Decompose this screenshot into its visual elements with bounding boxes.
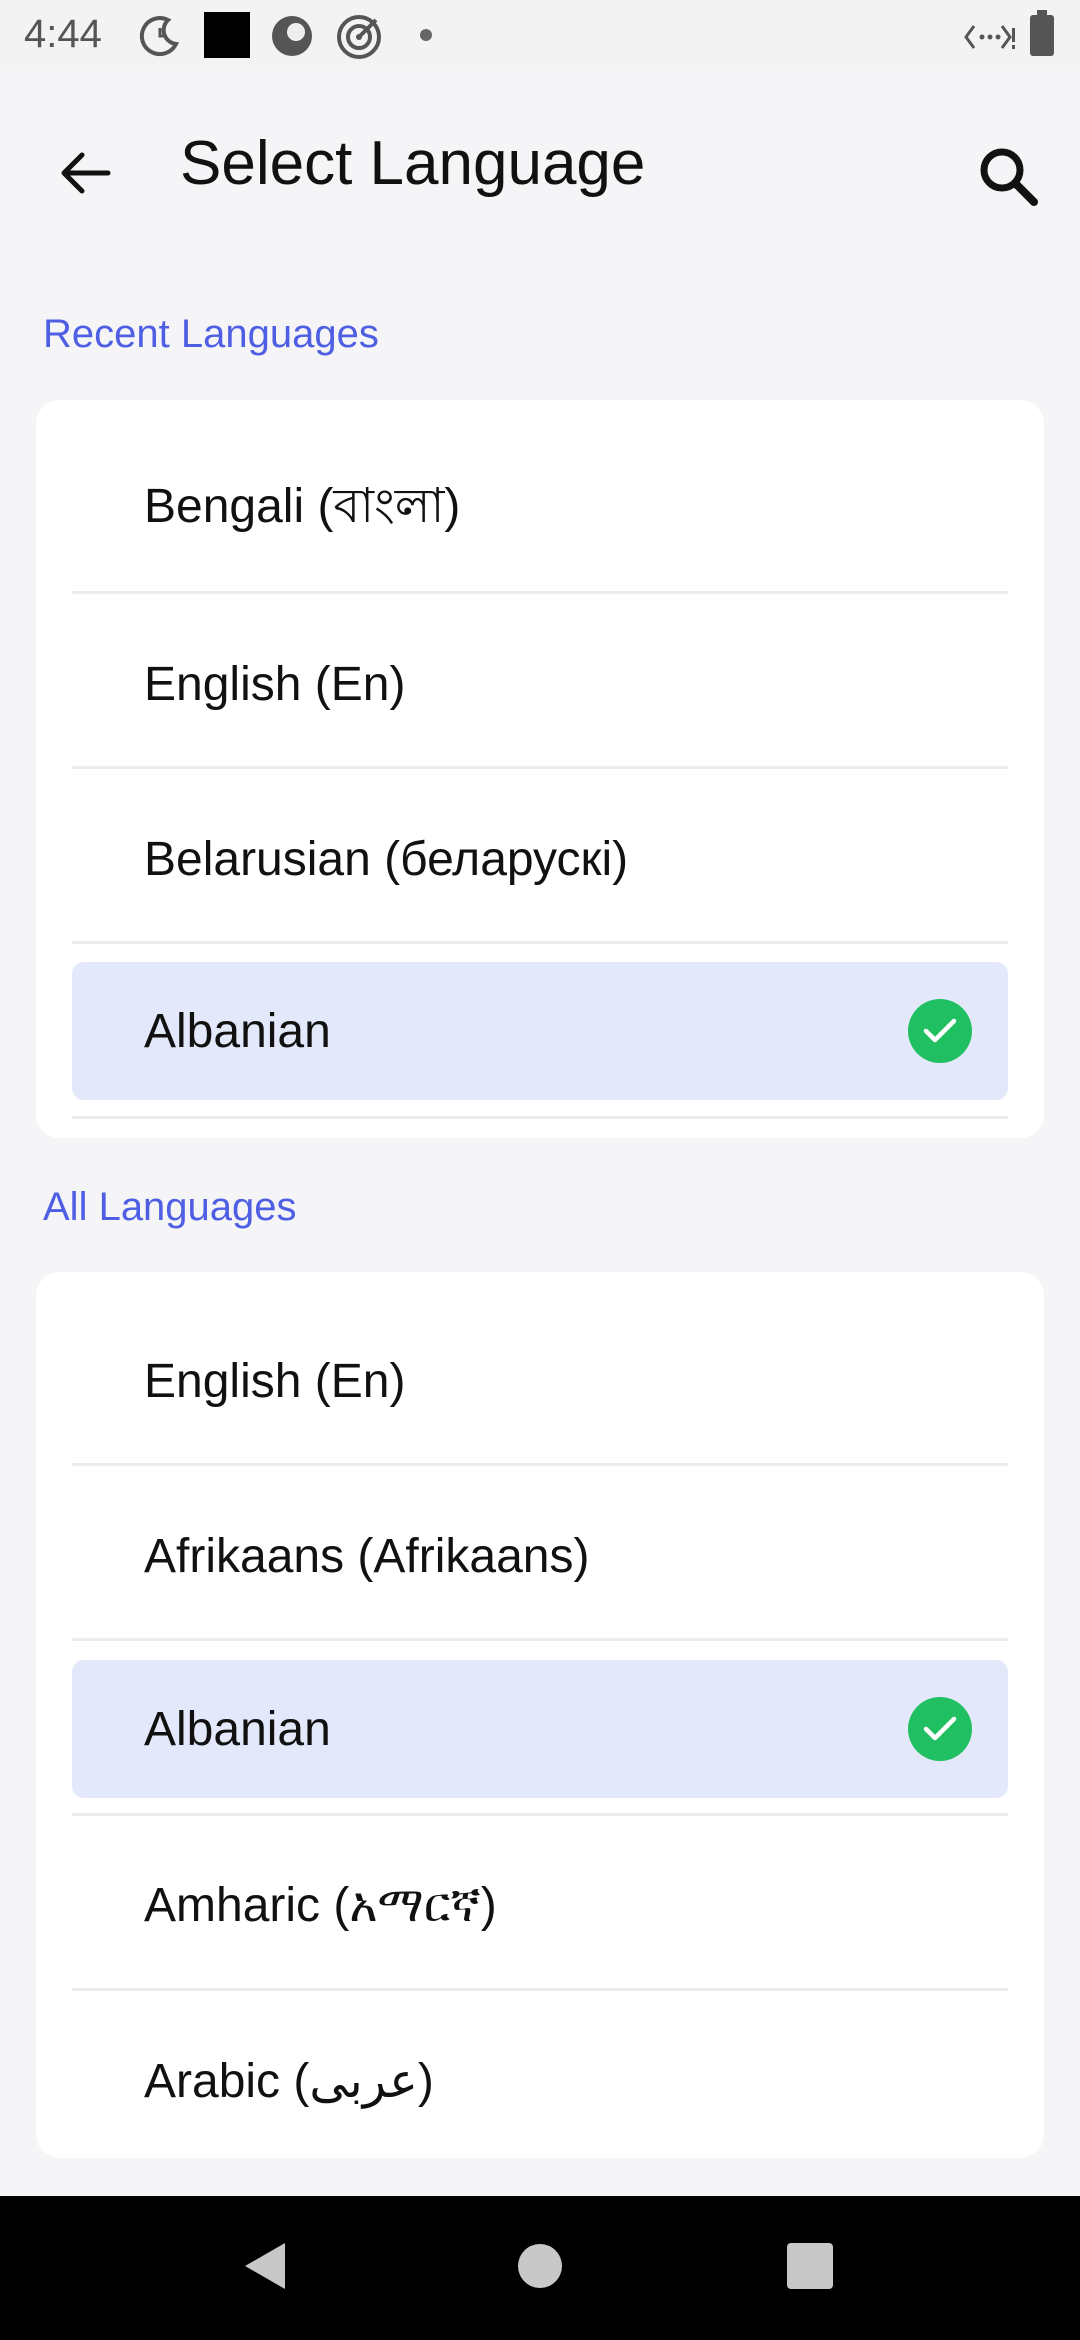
app-bar: Select Language — [0, 70, 1080, 270]
language-item[interactable]: English (En) — [72, 615, 1008, 753]
back-button[interactable] — [40, 130, 130, 220]
record-icon — [270, 14, 314, 63]
dot-icon — [420, 28, 432, 46]
language-item[interactable]: Afrikaans (Afrikaans) — [72, 1487, 1008, 1625]
target-icon — [336, 14, 382, 65]
all-languages-card: English (En) Afrikaans (Afrikaans) Alban… — [36, 1272, 1044, 2158]
check-circle-icon — [908, 1697, 972, 1761]
language-item-selected[interactable]: Albanian — [72, 962, 1008, 1100]
network-icon — [964, 20, 1016, 59]
check-circle-icon — [908, 999, 972, 1063]
language-label: Belarusian (беларускі) — [144, 832, 629, 886]
divider — [72, 766, 1008, 769]
nav-recents-button[interactable] — [735, 2196, 885, 2340]
divider — [72, 1988, 1008, 1991]
language-item[interactable]: Belarusian (беларускі) — [72, 790, 1008, 928]
battery-icon — [1030, 10, 1054, 61]
black-square-icon — [204, 12, 250, 63]
section-title-all: All Languages — [43, 1185, 297, 1229]
search-icon — [976, 144, 1040, 213]
status-time: 4:44 — [24, 12, 102, 56]
page-title: Select Language — [180, 129, 646, 198]
language-item[interactable]: Arabic (عربى) — [72, 2012, 1008, 2150]
language-item[interactable]: Amharic (አማርኛ) — [72, 1837, 1008, 1975]
search-button[interactable] — [960, 130, 1056, 226]
language-item-selected[interactable]: Albanian — [72, 1660, 1008, 1798]
nav-home-button[interactable] — [465, 2196, 615, 2340]
language-label: Bengali (বাংলা) — [144, 479, 461, 533]
divider — [72, 1813, 1008, 1816]
arrow-left-icon — [58, 151, 112, 200]
nav-back-button[interactable] — [190, 2196, 340, 2340]
status-bar: 4:44 — [0, 0, 1080, 70]
language-item[interactable]: Bengali (বাংলা) — [72, 440, 1008, 578]
divider — [72, 1638, 1008, 1641]
language-item[interactable]: English (En) — [72, 1312, 1008, 1450]
divider — [72, 1116, 1008, 1119]
language-label: Afrikaans (Afrikaans) — [144, 1529, 590, 1583]
divider — [72, 1463, 1008, 1466]
language-label: Albanian — [144, 1004, 331, 1058]
language-label: Albanian — [144, 1702, 331, 1756]
divider — [72, 941, 1008, 944]
divider — [72, 591, 1008, 594]
nav-home-icon — [516, 2242, 564, 2295]
language-label: English (En) — [144, 657, 406, 711]
language-label: Arabic (عربى) — [144, 2055, 434, 2108]
language-label: Amharic (አማርኛ) — [144, 1879, 497, 1932]
language-label: English (En) — [144, 1354, 406, 1408]
moon-clock-icon — [138, 14, 182, 63]
nav-back-icon — [241, 2239, 289, 2298]
system-nav-bar — [0, 2196, 1080, 2340]
recent-languages-card: Bengali (বাংলা) English (En) Belarusian … — [36, 400, 1044, 1138]
section-title-recent: Recent Languages — [43, 312, 379, 356]
nav-recents-icon — [787, 2242, 833, 2294]
